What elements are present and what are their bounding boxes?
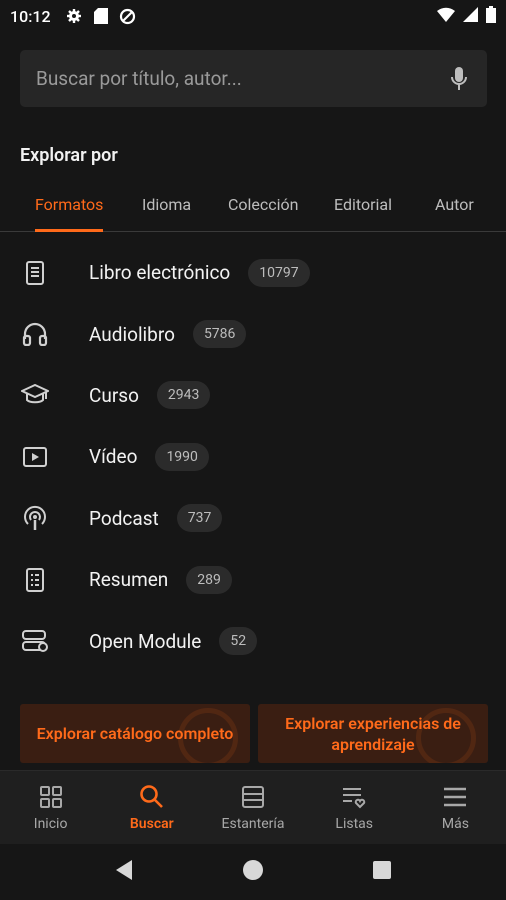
explore-experiences-label: Explorar experiencias de aprendizaje xyxy=(285,713,461,754)
system-navigation xyxy=(0,844,506,900)
nav-label: Inicio xyxy=(33,815,68,832)
count-badge: 5786 xyxy=(192,320,247,349)
tab-idioma[interactable]: Idioma xyxy=(142,178,191,231)
nav-label: Estantería xyxy=(221,815,285,832)
tab-coleccion[interactable]: Colección xyxy=(228,178,299,231)
list-item-label: Podcast xyxy=(89,506,159,530)
nav-label: Más xyxy=(441,815,469,832)
ebook-icon xyxy=(20,260,50,286)
search-icon xyxy=(139,784,165,810)
nav-label: Buscar xyxy=(129,815,174,832)
status-time: 10:12 xyxy=(10,6,51,26)
recents-icon[interactable] xyxy=(372,860,392,884)
count-badge: 1990 xyxy=(155,442,209,471)
list-item-audiobook[interactable]: Audiolibro 5786 xyxy=(0,303,506,364)
menu-icon xyxy=(442,784,468,810)
search-bar[interactable]: Buscar por título, autor... xyxy=(20,50,487,107)
list-item-label: Audiolibro xyxy=(89,322,175,346)
module-icon xyxy=(20,629,50,653)
gear-icon xyxy=(65,7,83,25)
nav-buscar[interactable]: Buscar xyxy=(101,771,202,844)
tab-editorial[interactable]: Editorial xyxy=(334,178,392,231)
signal-icon xyxy=(463,6,478,26)
format-list: Libro electrónico 10797 Audiolibro 5786 … xyxy=(0,242,506,694)
headphones-icon xyxy=(20,322,50,347)
explore-catalog-button[interactable]: Explorar catálogo completo xyxy=(20,704,250,763)
count-badge: 289 xyxy=(186,565,232,594)
microphone-icon[interactable] xyxy=(447,65,471,93)
nav-inicio[interactable]: Inicio xyxy=(0,771,101,844)
nav-listas[interactable]: Listas xyxy=(304,771,405,844)
cta-banners: Explorar catálogo completo Explorar expe… xyxy=(20,704,488,763)
sd-card-icon xyxy=(92,7,110,25)
count-badge: 2943 xyxy=(156,381,211,410)
wifi-icon xyxy=(437,7,455,26)
nav-label: Listas xyxy=(335,815,373,832)
list-item-summary[interactable]: Resumen 289 xyxy=(0,549,506,610)
list-item-video[interactable]: Vídeo 1990 xyxy=(0,426,506,487)
list-item-label: Libro electrónico xyxy=(89,261,231,285)
tab-autor[interactable]: Autor xyxy=(435,178,474,231)
status-bar: 10:12 xyxy=(0,0,506,32)
battery-icon xyxy=(486,5,496,27)
grid-icon xyxy=(38,784,64,810)
shelf-icon xyxy=(240,784,266,810)
explore-experiences-button[interactable]: Explorar experiencias de aprendizaje xyxy=(258,704,488,763)
list-item-label: Resumen xyxy=(89,568,169,592)
list-item-label: Open Module xyxy=(89,629,202,653)
explore-tabs: Formatos Idioma Colección Editorial Auto… xyxy=(0,178,506,232)
graduation-cap-icon xyxy=(20,384,50,406)
list-item-open-module[interactable]: Open Module 52 xyxy=(0,610,506,671)
list-item-podcast[interactable]: Podcast 737 xyxy=(0,488,506,549)
list-heart-icon xyxy=(341,784,367,810)
search-input[interactable]: Buscar por título, autor... xyxy=(36,67,447,90)
video-icon xyxy=(20,446,50,468)
list-item-course[interactable]: Curso 2943 xyxy=(0,365,506,426)
section-title: Explorar por xyxy=(20,145,118,166)
explore-catalog-label: Explorar catálogo completo xyxy=(36,724,234,743)
bottom-navigation: Inicio Buscar Estantería Listas Más xyxy=(0,770,506,844)
list-item-label: Vídeo xyxy=(89,445,138,469)
back-icon[interactable] xyxy=(114,859,134,885)
count-badge: 52 xyxy=(219,627,258,656)
count-badge: 10797 xyxy=(248,258,310,287)
list-item-ebook[interactable]: Libro electrónico 10797 xyxy=(0,242,506,303)
list-item-label: Curso xyxy=(89,383,139,407)
summary-icon xyxy=(20,567,50,593)
podcast-icon xyxy=(20,504,50,532)
tab-formatos[interactable]: Formatos xyxy=(35,178,104,232)
count-badge: 737 xyxy=(176,504,223,533)
nav-estanteria[interactable]: Estantería xyxy=(202,771,303,844)
data-saver-icon xyxy=(119,7,137,25)
nav-mas[interactable]: Más xyxy=(405,771,506,844)
home-icon[interactable] xyxy=(241,858,265,886)
